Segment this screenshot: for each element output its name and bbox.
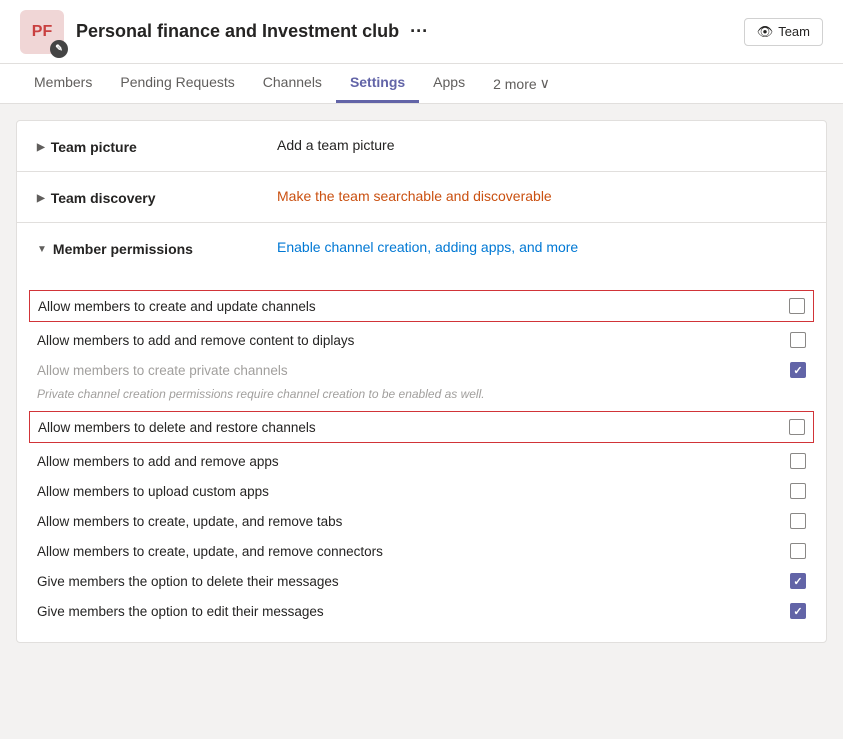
tab-channels[interactable]: Channels [249,64,336,103]
member-permissions-summary: Enable channel creation, adding apps, an… [277,239,806,255]
permission-item-add-remove-displays: Allow members to add and remove content … [37,325,806,355]
permission-label-add-remove-displays: Allow members to add and remove content … [37,333,790,348]
section-content-team-picture: Add a team picture [277,137,806,153]
permission-item-delete-messages: Give members the option to delete their … [37,566,806,596]
tab-apps[interactable]: Apps [419,64,479,103]
checkbox-tabs[interactable] [790,513,806,529]
checkbox-connectors[interactable] [790,543,806,559]
permission-label-tabs: Allow members to create, update, and rem… [37,514,790,529]
tab-more[interactable]: 2 more ∨ [479,65,564,102]
section-toggle-team-picture[interactable]: ▶ Team picture [37,137,257,155]
permission-item-connectors: Allow members to create, update, and rem… [37,536,806,566]
permission-item-delete-restore-channels: Allow members to delete and restore chan… [29,411,814,443]
permission-label-add-remove-apps: Allow members to add and remove apps [37,454,790,469]
checkbox-create-update-channels[interactable] [789,298,805,314]
page-title: Personal finance and Investment club ··· [76,21,744,42]
checkbox-private-channels[interactable] [790,362,806,378]
team-button[interactable]: 👁 Team [744,18,823,46]
chevron-down-icon: ▼ [37,244,47,255]
header: PF ✎ Personal finance and Investment clu… [0,0,843,64]
permission-label-private-channels: Allow members to create private channels [37,363,790,378]
tab-members[interactable]: Members [20,64,106,103]
checkbox-edit-messages[interactable] [790,603,806,619]
permission-label-delete-restore-channels: Allow members to delete and restore chan… [38,420,789,435]
section-toggle-team-discovery[interactable]: ▶ Team discovery [37,188,257,206]
section-toggle-member-permissions[interactable]: ▼ Member permissions [37,239,257,257]
permission-note-row: Private channel creation permissions req… [37,385,806,408]
permission-item-upload-custom-apps: Allow members to upload custom apps [37,476,806,506]
permission-label-edit-messages: Give members the option to edit their me… [37,604,790,619]
checkbox-add-remove-apps[interactable] [790,453,806,469]
permission-note-label: Private channel creation permissions req… [37,387,806,401]
permissions-list: Allow members to create and update chann… [37,287,806,626]
main-content: ▶ Team picture Add a team picture ▶ Team… [0,120,843,643]
permission-label-delete-messages: Give members the option to delete their … [37,574,790,589]
section-content-team-discovery: Make the team searchable and discoverabl… [277,188,806,204]
section-content-member-permissions: Enable channel creation, adding apps, an… [277,239,806,255]
permission-label-connectors: Allow members to create, update, and rem… [37,544,790,559]
permission-label-upload-custom-apps: Allow members to upload custom apps [37,484,790,499]
permission-item-private-channels: Allow members to create private channels [37,355,806,385]
section-member-permissions: ▼ Member permissions Enable channel crea… [17,223,826,642]
nav-tabs: Members Pending Requests Channels Settin… [0,64,843,104]
permission-item-add-remove-apps: Allow members to add and remove apps [37,446,806,476]
more-options-icon[interactable]: ··· [410,21,428,41]
team-picture-summary: Add a team picture [277,137,806,153]
permission-item-create-update-channels: Allow members to create and update chann… [29,290,814,322]
checkbox-upload-custom-apps[interactable] [790,483,806,499]
avatar-edit-icon[interactable]: ✎ [50,40,68,58]
permission-item-edit-messages: Give members the option to edit their me… [37,596,806,626]
avatar: PF ✎ [20,10,64,54]
checkbox-delete-restore-channels[interactable] [789,419,805,435]
chevron-right-icon: ▶ [37,142,45,153]
chevron-right-icon: ▶ [37,193,45,204]
tab-settings[interactable]: Settings [336,64,419,103]
permission-label-create-update-channels: Allow members to create and update chann… [38,299,789,314]
team-discovery-summary: Make the team searchable and discoverabl… [277,188,806,204]
checkbox-add-remove-displays[interactable] [790,332,806,348]
member-permissions-top: ▼ Member permissions Enable channel crea… [37,239,806,257]
section-team-picture: ▶ Team picture Add a team picture [17,121,826,172]
section-team-discovery: ▶ Team discovery Make the team searchabl… [17,172,826,223]
checkbox-delete-messages[interactable] [790,573,806,589]
permission-item-tabs: Allow members to create, update, and rem… [37,506,806,536]
chevron-down-icon: ∨ [540,75,550,92]
tab-pending-requests[interactable]: Pending Requests [106,64,248,103]
eye-icon: 👁 [757,24,774,40]
settings-container: ▶ Team picture Add a team picture ▶ Team… [16,120,827,643]
